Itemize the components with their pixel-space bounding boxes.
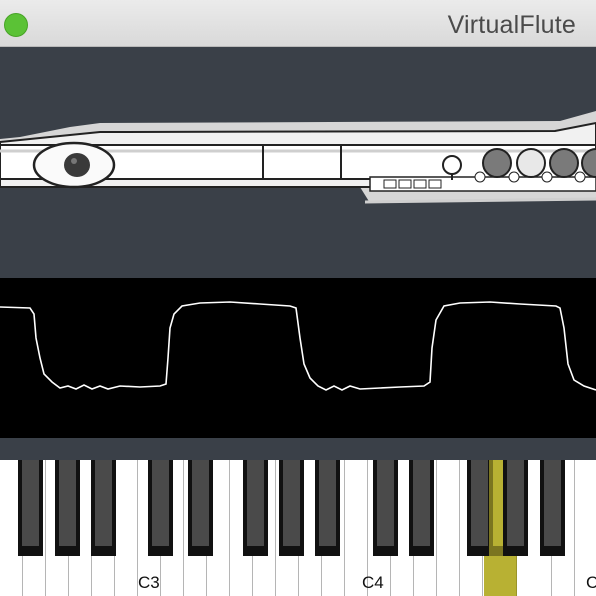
- title-bar: VirtualFlute: [0, 0, 596, 47]
- black-key[interactable]: [503, 460, 528, 556]
- waveform-line: [0, 301, 596, 391]
- black-key[interactable]: [315, 460, 340, 556]
- window-title: VirtualFlute: [447, 11, 576, 39]
- black-key[interactable]: [373, 460, 398, 556]
- waveform-plot: [0, 301, 596, 391]
- flute-image: [0, 111, 596, 204]
- black-key[interactable]: [91, 460, 116, 556]
- flute-display: [0, 47, 596, 278]
- close-button[interactable]: [4, 13, 28, 37]
- black-key[interactable]: [409, 460, 434, 556]
- white-key[interactable]: [115, 460, 138, 596]
- key-label-c4: C4: [362, 573, 384, 592]
- black-key[interactable]: [188, 460, 213, 556]
- black-key[interactable]: [55, 460, 80, 556]
- piano-keyboard[interactable]: C3 C4 C: [0, 460, 596, 596]
- black-key[interactable]: [148, 460, 173, 556]
- black-key[interactable]: [279, 460, 304, 556]
- black-key[interactable]: [540, 460, 565, 556]
- panel-divider: [0, 438, 596, 460]
- key-label-c3: C3: [138, 573, 160, 592]
- key-label-c5: C: [586, 573, 596, 592]
- waveform-scope: [0, 278, 596, 438]
- white-key[interactable]: [437, 460, 460, 596]
- black-key[interactable]: [243, 460, 268, 556]
- black-key[interactable]: [18, 460, 43, 556]
